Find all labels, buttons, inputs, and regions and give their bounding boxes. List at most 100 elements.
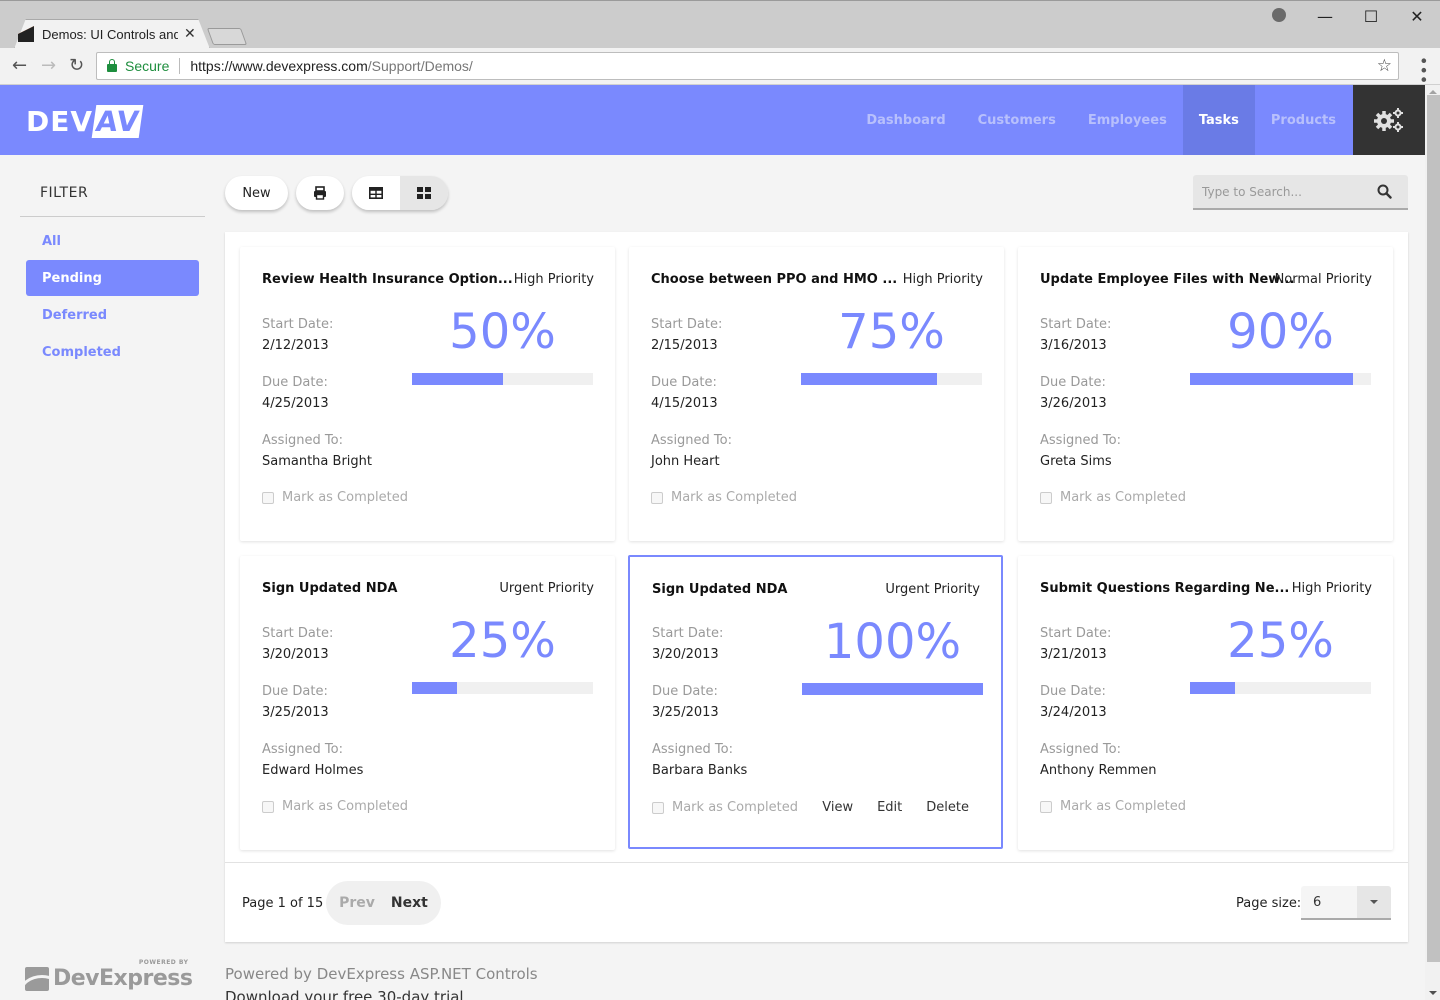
task-priority: Urgent Priority — [885, 582, 980, 597]
browser-tab[interactable]: Demos: UI Controls and F ✕ — [18, 20, 198, 48]
task-title[interactable]: Sign Updated NDA — [652, 582, 887, 597]
edit-button[interactable]: Edit — [877, 800, 902, 815]
filter-item-deferred[interactable]: Deferred — [26, 297, 199, 333]
new-tab-button[interactable] — [206, 28, 248, 45]
mark-completed-label[interactable]: Mark as Completed — [282, 799, 408, 814]
mark-completed: Mark as Completed — [262, 490, 408, 505]
logo-text: DevExpress — [53, 966, 193, 991]
due-date-label: Due Date: — [262, 684, 328, 699]
assignee-value: Samantha Bright — [262, 454, 372, 469]
page-size-select[interactable]: 6 — [1301, 886, 1391, 920]
filter-item-pending[interactable]: Pending — [26, 260, 199, 296]
lock-icon — [107, 59, 117, 72]
page-size-value: 6 — [1313, 894, 1322, 910]
scroll-up-arrow-icon[interactable] — [1429, 90, 1437, 94]
assigned-to-label: Assigned To: — [652, 742, 733, 757]
mark-completed: Mark as Completed — [651, 490, 797, 505]
task-title[interactable]: Submit Questions Regarding Ne... — [1040, 581, 1289, 596]
task-title[interactable]: Review Health Insurance Option... — [262, 272, 513, 287]
view-mode-toggle — [352, 176, 448, 210]
filter-item-all[interactable]: All — [26, 223, 199, 259]
due-date-label: Due Date: — [262, 375, 328, 390]
mark-completed-label[interactable]: Mark as Completed — [672, 800, 798, 815]
browser-menu-icon[interactable]: ••• — [1414, 56, 1433, 84]
devav-logo[interactable]: DEV AV — [26, 104, 144, 138]
next-page-button[interactable]: Next — [391, 895, 428, 911]
page-size-dropdown-button[interactable] — [1357, 886, 1391, 918]
assignee-value: Greta Sims — [1040, 454, 1112, 469]
nav-item-customers[interactable]: Customers — [962, 85, 1072, 155]
pager-divider — [225, 862, 1408, 863]
task-title[interactable]: Sign Updated NDA — [262, 581, 497, 596]
footer-trial-link[interactable]: Download your free 30-day trial — [225, 988, 464, 1000]
reload-icon[interactable]: ↻ — [69, 55, 84, 76]
assignee-value: Barbara Banks — [652, 763, 748, 778]
mark-completed-label[interactable]: Mark as Completed — [1060, 799, 1186, 814]
mark-completed-label[interactable]: Mark as Completed — [282, 490, 408, 505]
search-input[interactable] — [1193, 184, 1368, 199]
browser-titlebar: Demos: UI Controls and F ✕ — ☐ ✕ — [0, 0, 1440, 48]
nav-item-tasks[interactable]: Tasks — [1182, 85, 1255, 155]
task-card[interactable]: Submit Questions Regarding Ne... High Pri… — [1018, 556, 1393, 850]
grid-view-button[interactable] — [352, 176, 400, 210]
task-card[interactable]: Sign Updated NDA Urgent Priority Start Dat… — [240, 556, 615, 850]
back-arrow-icon[interactable]: ← — [12, 55, 27, 76]
task-card[interactable]: Choose between PPO and HMO ... High Prior… — [629, 247, 1004, 541]
start-date-label: Start Date: — [262, 317, 334, 332]
mark-completed-checkbox[interactable] — [651, 491, 663, 504]
progress-percent: 90% — [1227, 304, 1334, 360]
settings-button[interactable] — [1353, 85, 1425, 155]
assigned-to-label: Assigned To: — [1040, 433, 1121, 448]
profile-icon — [1272, 7, 1286, 22]
mark-completed-label[interactable]: Mark as Completed — [1060, 490, 1186, 505]
nav-item-dashboard[interactable]: Dashboard — [850, 85, 961, 155]
mark-completed-label[interactable]: Mark as Completed — [671, 490, 797, 505]
search-icon[interactable] — [1377, 184, 1392, 199]
bookmark-star-icon[interactable]: ☆ — [1377, 56, 1392, 76]
address-bar[interactable]: Secure https://www.devexpress.com/Suppor… — [96, 52, 1399, 80]
nav-item-employees[interactable]: Employees — [1072, 85, 1183, 155]
progress-bar-fill — [1190, 682, 1236, 694]
print-icon — [314, 186, 326, 200]
mark-completed-checkbox[interactable] — [1040, 800, 1052, 813]
nav-item-products[interactable]: Products — [1255, 85, 1352, 155]
task-title[interactable]: Choose between PPO and HMO ... — [651, 272, 897, 287]
mark-completed-checkbox[interactable] — [262, 800, 274, 813]
mark-completed-checkbox[interactable] — [652, 801, 664, 814]
top-nav: Dashboard Customers Employees Tasks Products — [850, 85, 1352, 155]
new-task-button[interactable]: New — [225, 176, 288, 210]
prev-page-button[interactable]: Prev — [339, 895, 375, 911]
devexpress-footer-logo[interactable]: DevExpress POWERED BY — [25, 959, 193, 991]
mark-completed-checkbox[interactable] — [1040, 491, 1052, 504]
card-view-button[interactable] — [400, 176, 448, 210]
task-card[interactable]: Sign Updated NDA Urgent Priority Start Dat… — [628, 555, 1003, 849]
task-card[interactable]: Review Health Insurance Option... High Pr… — [240, 247, 615, 541]
task-priority: High Priority — [513, 272, 594, 287]
mark-completed-checkbox[interactable] — [262, 491, 274, 504]
task-title[interactable]: Update Employee Files with New... — [1040, 272, 1294, 287]
maximize-button[interactable]: ☐ — [1348, 7, 1394, 26]
filter-item-completed[interactable]: Completed — [26, 334, 199, 370]
caret-down-icon — [1370, 900, 1378, 904]
start-date-label: Start Date: — [262, 626, 334, 641]
view-button[interactable]: View — [822, 800, 853, 815]
forward-arrow-icon[interactable]: → — [41, 55, 56, 76]
minimize-button[interactable]: — — [1302, 7, 1348, 26]
scroll-down-arrow-icon[interactable] — [1429, 991, 1437, 995]
scroll-thumb[interactable] — [1427, 95, 1440, 962]
profile-button[interactable] — [1256, 7, 1302, 26]
delete-button[interactable]: Delete — [926, 800, 969, 815]
omnibox-separator — [179, 58, 181, 74]
due-date-label: Due Date: — [652, 684, 718, 699]
tab-close-icon[interactable]: ✕ — [184, 26, 196, 42]
page-size-label: Page size: — [1236, 896, 1302, 911]
progress-percent: 50% — [449, 304, 556, 360]
print-button[interactable] — [296, 176, 344, 210]
task-card[interactable]: Update Employee Files with New... Normal … — [1018, 247, 1393, 541]
due-date-value: 3/24/2013 — [1040, 705, 1107, 720]
task-priority: High Priority — [902, 272, 983, 287]
page-scrollbar[interactable] — [1425, 85, 1440, 1000]
close-window-button[interactable]: ✕ — [1394, 7, 1440, 26]
task-priority: Urgent Priority — [499, 581, 594, 596]
task-priority: High Priority — [1291, 581, 1372, 596]
